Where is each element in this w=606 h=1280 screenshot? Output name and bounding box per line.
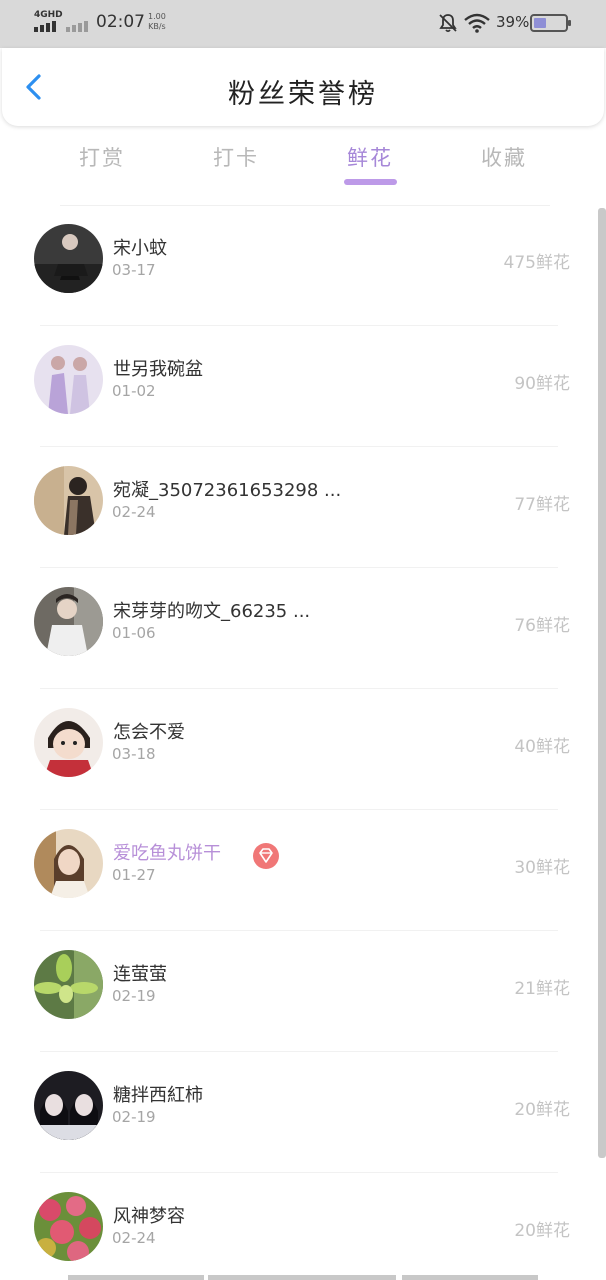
fan-date: 01-02 bbox=[112, 382, 156, 400]
tab-reward[interactable]: 打赏 bbox=[52, 142, 152, 172]
avatar[interactable] bbox=[34, 950, 103, 1019]
fan-name: 宋小蚊 bbox=[113, 238, 167, 259]
photo-woman-avatar bbox=[34, 829, 103, 898]
signal-secondary-icon bbox=[66, 21, 88, 32]
bottom-edge-strip bbox=[68, 1275, 204, 1280]
tab-flowers[interactable]: 鲜花 bbox=[320, 142, 420, 172]
flower-count: 90鲜花 bbox=[514, 374, 570, 394]
fan-name: 宛凝_35072361653298 ... bbox=[113, 480, 342, 501]
list-item[interactable]: 爱吃鱼丸饼干 01-27 30鲜花 bbox=[0, 810, 598, 931]
fan-date: 01-27 bbox=[112, 866, 156, 884]
photo-fruit-avatar bbox=[34, 1192, 103, 1261]
status-bar: 4GHD 02:07 1.00 KB/s 39% bbox=[0, 0, 606, 48]
photo-girl-avatar bbox=[34, 466, 103, 535]
flower-count: 475鲜花 bbox=[503, 253, 570, 273]
avatar[interactable] bbox=[34, 1192, 103, 1261]
photo-boy-avatar bbox=[34, 587, 103, 656]
network-speed: 1.00 KB/s bbox=[148, 12, 166, 32]
fan-name: 风神梦容 bbox=[113, 1206, 185, 1227]
photo-child-avatar bbox=[34, 708, 103, 777]
clock: 02:07 bbox=[96, 12, 145, 32]
fan-name: 怎会不爱 bbox=[113, 722, 185, 743]
battery-level bbox=[534, 18, 546, 28]
bottom-edge-strip bbox=[208, 1275, 396, 1280]
fan-date: 01-06 bbox=[112, 624, 156, 642]
fan-ranking-list: 宋小蚊 03-17 475鲜花 世另我碗盆 01-02 90鲜花 宛凝_3507… bbox=[0, 205, 598, 1280]
fan-name: 爱吃鱼丸饼干 bbox=[113, 843, 221, 864]
avatar[interactable] bbox=[34, 1071, 103, 1140]
fan-date: 02-24 bbox=[112, 503, 156, 521]
network-type: 4GHD bbox=[34, 10, 63, 20]
flower-count: 20鲜花 bbox=[514, 1221, 570, 1241]
photo-couple-avatar bbox=[34, 1071, 103, 1140]
fan-name: 宋芽芽的吻文_66235 ... bbox=[113, 601, 311, 622]
fan-name: 世另我碗盆 bbox=[113, 359, 203, 380]
fan-date: 02-19 bbox=[112, 1108, 156, 1126]
list-item[interactable]: 连萤萤 02-19 21鲜花 bbox=[0, 931, 598, 1052]
avatar[interactable] bbox=[34, 345, 103, 414]
list-item[interactable]: 世另我碗盆 01-02 90鲜花 bbox=[0, 326, 598, 447]
speed-unit: KB/s bbox=[148, 22, 166, 31]
tab-favorites[interactable]: 收藏 bbox=[454, 142, 554, 172]
fan-name: 连萤萤 bbox=[113, 964, 167, 985]
list-item[interactable]: 怎会不爱 03-18 40鲜花 bbox=[0, 689, 598, 810]
avatar[interactable] bbox=[34, 587, 103, 656]
top-app-bar: 粉丝荣誉榜 bbox=[2, 48, 604, 126]
list-item[interactable]: 宋芽芽的吻文_66235 ... 01-06 76鲜花 bbox=[0, 568, 598, 689]
avatar[interactable] bbox=[34, 829, 103, 898]
fan-date: 02-19 bbox=[112, 987, 156, 1005]
bell-muted-icon bbox=[439, 14, 457, 33]
page-title: 粉丝荣誉榜 bbox=[228, 79, 378, 110]
avatar[interactable] bbox=[34, 224, 103, 293]
tab-bar: 打赏 打卡 鲜花 收藏 bbox=[0, 130, 606, 190]
flower-count: 21鲜花 bbox=[514, 979, 570, 999]
fan-date: 03-17 bbox=[112, 261, 156, 279]
photo-orchid-avatar bbox=[34, 950, 103, 1019]
list-item[interactable]: 风神梦容 02-24 20鲜花 bbox=[0, 1173, 598, 1280]
active-tab-indicator bbox=[344, 179, 397, 185]
battery-icon bbox=[530, 14, 571, 32]
list-item[interactable]: 宋小蚊 03-17 475鲜花 bbox=[0, 205, 598, 326]
scrollbar[interactable] bbox=[598, 208, 606, 1158]
avatar[interactable] bbox=[34, 708, 103, 777]
flower-count: 40鲜花 bbox=[514, 737, 570, 757]
list-item[interactable]: 糖拌西紅柿 02-19 20鲜花 bbox=[0, 1052, 598, 1173]
list-item[interactable]: 宛凝_35072361653298 ... 02-24 77鲜花 bbox=[0, 447, 598, 568]
avatar[interactable] bbox=[34, 466, 103, 535]
fan-name: 糖拌西紅柿 bbox=[113, 1085, 203, 1106]
fan-date: 03-18 bbox=[112, 745, 156, 763]
flower-count: 77鲜花 bbox=[514, 495, 570, 515]
flower-count: 76鲜花 bbox=[514, 616, 570, 636]
signal-icon bbox=[34, 21, 56, 32]
gem-badge-icon bbox=[253, 843, 279, 869]
tab-checkin[interactable]: 打卡 bbox=[186, 142, 286, 172]
photo-dark-person-avatar bbox=[34, 224, 103, 293]
bottom-edge-strip bbox=[402, 1275, 538, 1280]
speed-value: 1.00 bbox=[148, 12, 166, 21]
wifi-icon bbox=[464, 13, 490, 33]
battery-percent: 39% bbox=[496, 13, 530, 31]
flower-count: 30鲜花 bbox=[514, 858, 570, 878]
fan-date: 02-24 bbox=[112, 1229, 156, 1247]
flower-count: 20鲜花 bbox=[514, 1100, 570, 1120]
photo-two-people-avatar bbox=[34, 345, 103, 414]
